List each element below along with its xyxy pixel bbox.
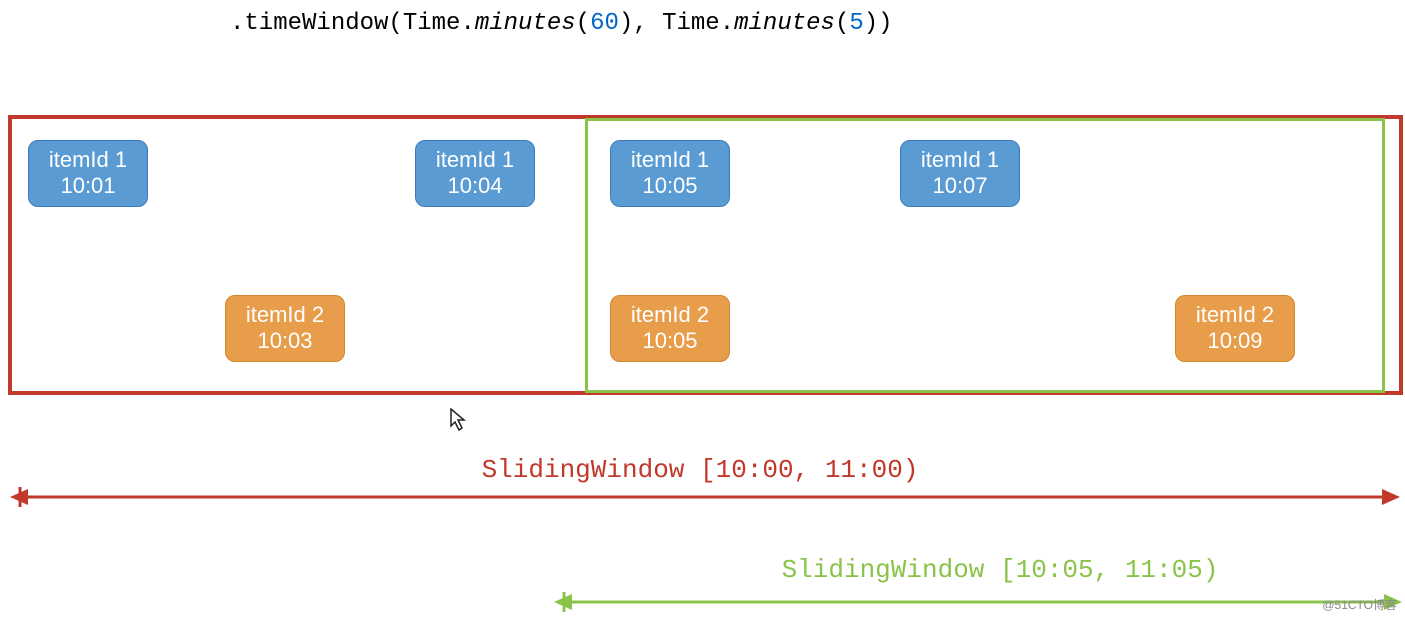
event-item2-1003: itemId 210:03 [225,295,345,362]
code-text-prefix: .timeWindow(Time. [230,10,475,37]
event-item2-1005: itemId 210:05 [610,295,730,362]
code-suffix: )) [864,10,893,37]
window-red-label: SlidingWindow [10:00, 11:00) [0,455,1400,485]
code-mid: ), Time. [619,10,734,37]
event-item1-1001: itemId 110:01 [28,140,148,207]
code-paren-1: ( [576,10,590,37]
event-item2-1009: itemId 210:09 [1175,295,1295,362]
event-item1-1004: itemId 110:04 [415,140,535,207]
code-arg-2: 5 [849,10,863,37]
event-item1-1005: itemId 110:05 [610,140,730,207]
code-arg-1: 60 [590,10,619,37]
window-red-arrow [10,485,1400,510]
event-item1-1007: itemId 110:07 [900,140,1020,207]
window-green-arrow [554,590,1402,615]
code-minutes-2: minutes [734,10,835,37]
window-green-label: SlidingWindow [10:05, 11:05) [600,555,1400,585]
watermark: @51CTO博客 [1322,596,1397,613]
code-paren-2: ( [835,10,849,37]
code-line: .timeWindow(Time.minutes(60), Time.minut… [230,10,893,37]
cursor-icon [450,408,468,438]
code-minutes-1: minutes [475,10,576,37]
